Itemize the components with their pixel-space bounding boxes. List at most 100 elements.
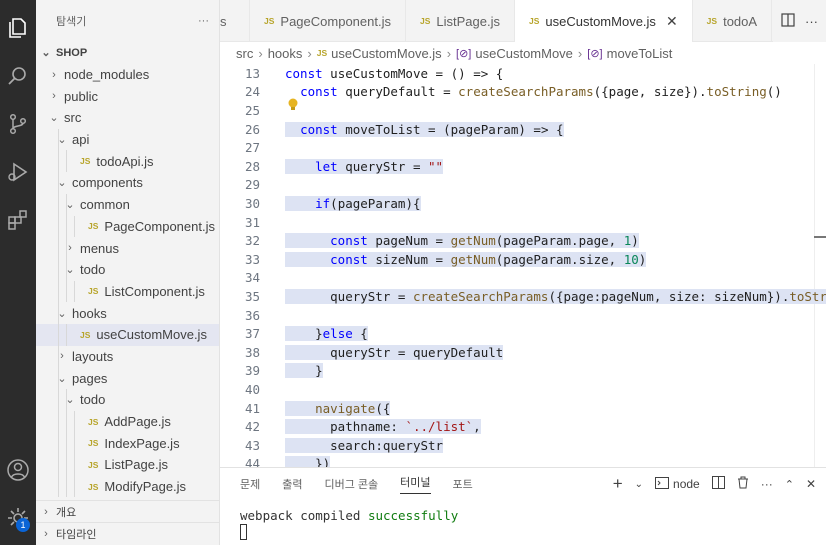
code-token: toString [789,288,826,304]
tab-output[interactable]: 출력 [282,476,302,492]
js-file-icon: JS [88,481,99,492]
maximize-panel-icon[interactable]: ⌃ [785,478,794,491]
file-item[interactable]: JS useCustomMove.js [36,323,219,346]
close-icon[interactable]: ✕ [806,477,816,491]
code-token: size [653,84,684,100]
file-item[interactable]: JS ModifyPage.js [36,475,219,498]
tree-item-label: public [64,88,98,104]
indent-guide [58,475,59,498]
code-token: page [578,233,609,249]
editor-tab[interactable]: JS PageComponent.js [250,0,406,42]
tree-item-label: hooks [72,305,107,321]
file-item[interactable]: JS todoApi.js [36,150,219,173]
folder-item[interactable]: › public [36,85,219,107]
more-actions-icon[interactable]: ··· [805,14,818,29]
editor-tab[interactable]: JS todoA [693,0,773,42]
code-line: 34 [220,269,826,288]
outline-section[interactable]: › 개요 [36,500,219,522]
code-line: 37 }else { [220,324,826,343]
code-editor[interactable]: 13 const useCustomMove = () => {24 const … [220,64,826,467]
tab-debug-console[interactable]: 디버그 콘솔 [325,476,379,492]
source-control-icon[interactable] [0,106,36,142]
lightbulb-icon[interactable] [287,98,299,112]
indent-guide [58,323,59,346]
breadcrumb: src › hooks › JS useCustomMove.js › [⊘] … [220,42,826,64]
code-line: 13 const useCustomMove = () => { [220,64,826,83]
breadcrumb-src[interactable]: src [236,46,253,61]
folder-item[interactable]: ⌄ common [36,193,219,216]
workspace-root[interactable]: ⌄ SHOP [36,42,219,64]
file-item[interactable]: JS ListComponent.js [36,280,219,303]
folder-item[interactable]: ⌄ api [36,128,219,151]
line-number: 40 [244,381,260,397]
file-item[interactable]: JS ListPage.js [36,454,219,476]
file-item[interactable]: JS IndexPage.js [36,432,219,455]
breadcrumb-symbol-usecustommove[interactable]: useCustomMove [475,46,573,61]
file-item[interactable]: JS AddPage.js [36,410,219,433]
code-line: 31 [220,213,826,232]
run-debug-icon[interactable] [0,154,36,190]
indent-guide [66,215,67,238]
breadcrumb-hooks[interactable]: hooks [268,46,303,61]
tab-terminal[interactable]: 터미널 [400,474,431,494]
folder-item[interactable]: › node_modules [36,64,219,86]
account-icon[interactable] [0,452,36,488]
folder-item[interactable]: ⌄ todo [36,389,219,411]
tab-label: ListPage.js [436,13,500,29]
tab-problems[interactable]: 문제 [240,476,260,492]
more-actions-icon[interactable]: ··· [761,477,773,491]
code-token: let [315,158,338,174]
code-line: 38 queryStr = queryDefault [220,343,826,362]
split-terminal-icon[interactable] [711,476,725,492]
explorer-icon[interactable] [0,10,36,46]
breadcrumb-symbol-movetolist[interactable]: moveToList [607,46,673,61]
editor-tab[interactable]: JS ListPage.js [406,0,515,42]
code-token: "" [428,158,444,174]
code-token: ) [322,456,331,467]
editor-tab[interactable]: s [220,0,250,42]
editor-tab[interactable]: JS useCustomMove.js ✕ [514,0,693,42]
tree-item-label: PageComponent.js [104,218,215,234]
code-token: : [390,419,398,435]
notification-badge: 1 [16,518,30,532]
folder-item[interactable]: ⌄ hooks [36,302,219,324]
split-editor-icon[interactable] [781,12,795,30]
folder-item[interactable]: › menus [36,237,219,259]
more-actions-icon[interactable]: ··· [198,15,209,27]
terminal-output: webpack compiled successfully [240,508,458,523]
trash-icon[interactable] [737,476,749,492]
line-number: 35 [244,288,260,304]
extensions-icon[interactable] [0,202,36,238]
tree-item-label: todoApi.js [96,153,154,169]
timeline-section[interactable]: › 타임라인 [36,522,219,544]
terminal-icon [655,476,670,492]
code-token: ) [774,288,782,304]
settings-gear-icon[interactable]: 1 [0,500,36,536]
tab-ports[interactable]: 포트 [453,476,473,492]
code-text: const queryDefault = createSearchParams(… [285,84,782,99]
code-line: 30 if(pageParam){ [220,194,826,213]
terminal-cursor[interactable] [240,524,247,540]
new-terminal-icon[interactable]: + [613,474,623,494]
line-number: 30 [244,195,260,211]
code-token: const [300,84,338,100]
folder-item[interactable]: ⌄ components [36,172,219,194]
folder-item[interactable]: ⌄ todo [36,258,219,281]
code-token: { [555,288,564,304]
js-file-icon: JS [80,156,91,167]
line-number: 13 [244,65,260,81]
terminal-name[interactable]: node [673,477,700,491]
breadcrumb-file[interactable]: useCustomMove.js [331,46,442,61]
close-tab-icon[interactable]: ✕ [666,13,678,30]
folder-item[interactable]: ⌄ src [36,107,219,129]
folder-item[interactable]: › layouts [36,345,219,368]
chevron-down-icon: ⌄ [41,47,51,60]
chevron-down-icon[interactable]: ⌄ [635,479,643,490]
file-item[interactable]: JS PageComponent.js [36,215,219,238]
folder-item[interactable]: ⌄ pages [36,367,219,389]
search-icon[interactable] [0,58,36,94]
code-token: = [533,121,541,137]
